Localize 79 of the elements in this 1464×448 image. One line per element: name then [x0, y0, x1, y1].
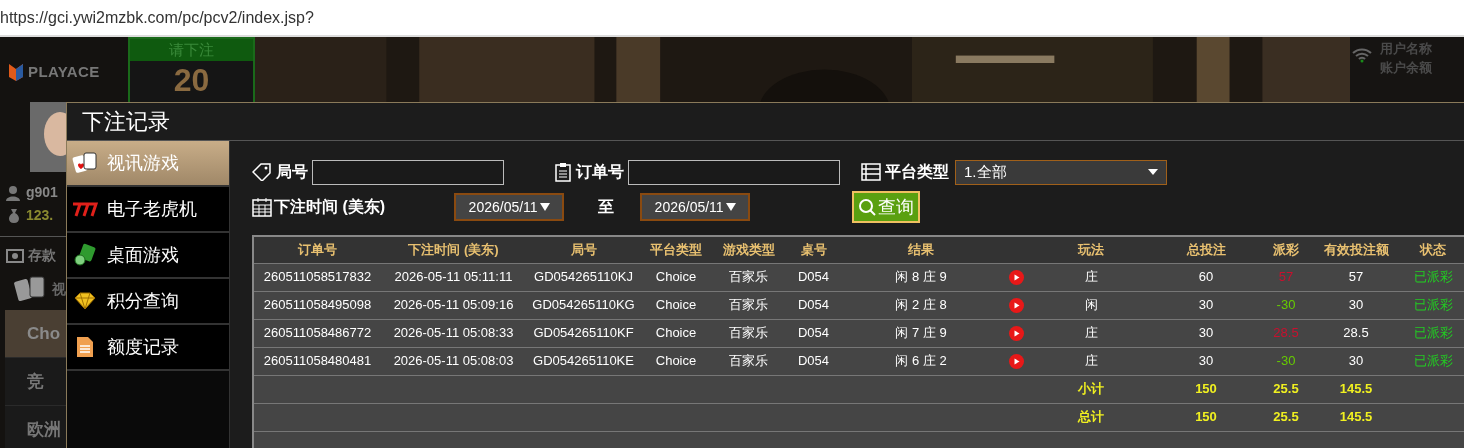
table-cell: 57	[1311, 263, 1401, 291]
table-cell: GD054265110KF	[526, 319, 641, 347]
table-cell: 闲 8 庄 9	[841, 263, 1001, 291]
table-cell: Choice	[641, 347, 711, 375]
table-cell: 百家乐	[711, 347, 786, 375]
time-label: 下注时间 (美东)	[274, 197, 386, 217]
dialog-title: 下注记录	[82, 108, 170, 136]
round-label: 局号	[276, 162, 308, 182]
table-cell: GD054265110KE	[526, 347, 641, 375]
table-cell: 30	[1311, 347, 1401, 375]
summary-label: 小计	[1031, 375, 1151, 403]
table-cell: GD054265110KG	[526, 291, 641, 319]
order-label: 订单号	[576, 162, 624, 182]
table-cell: 已派彩	[1401, 319, 1464, 347]
column-header: 下注时间 (美东)	[381, 236, 526, 263]
payout-value: -30	[1276, 353, 1296, 369]
username: g901	[26, 183, 58, 202]
table-cell: 150	[1151, 403, 1261, 431]
table-cell: 150	[1151, 375, 1261, 403]
table-cell: 庄	[1031, 347, 1151, 375]
table-cell: 260511058480481	[253, 347, 381, 375]
table-cell: 2026-05-11 05:09:16	[381, 291, 526, 319]
table-cell: 30	[1151, 347, 1261, 375]
info-label: 账户余额	[1380, 59, 1432, 77]
table-cell: 30	[1151, 291, 1261, 319]
column-header: 有效投注额	[1311, 236, 1401, 263]
table-cell: 已派彩	[1401, 291, 1464, 319]
column-header: 局号	[526, 236, 641, 263]
summary-label: 总计	[1031, 403, 1151, 431]
table-cell: 30	[1151, 319, 1261, 347]
column-header: 总投注	[1151, 236, 1261, 263]
table-cell: GD054265110KJ	[526, 263, 641, 291]
column-header: 订单号	[253, 236, 381, 263]
table-cell: 闲 2 庄 8	[841, 291, 1001, 319]
table-cell: 2026-05-11 05:08:33	[381, 319, 526, 347]
table-cell: 2026-05-11 05:08:03	[381, 347, 526, 375]
table-cell: 260511058495098	[253, 291, 381, 319]
table-cell: D054	[786, 347, 841, 375]
column-header: 状态	[1401, 236, 1464, 263]
table-cell: 闲 6 庄 2	[841, 347, 1001, 375]
balance: 123.	[26, 206, 54, 225]
table-cell: D054	[786, 263, 841, 291]
table-cell: Choice	[641, 291, 711, 319]
table-cell: 闲 7 庄 9	[841, 319, 1001, 347]
column-header: 平台类型	[641, 236, 711, 263]
table-cell: 百家乐	[711, 291, 786, 319]
table-cell: 2026-05-11 05:11:11	[381, 263, 526, 291]
column-header: 派彩	[1261, 236, 1311, 263]
table-cell: D054	[786, 291, 841, 319]
table-cell: 145.5	[1311, 375, 1401, 403]
table-cell: 25.5	[1261, 403, 1311, 431]
table-cell: 庄	[1031, 263, 1151, 291]
table-cell: Choice	[641, 319, 711, 347]
column-header: 游戏类型	[711, 236, 786, 263]
payout-value: -30	[1276, 297, 1296, 313]
table-cell: 60	[1151, 263, 1261, 291]
to-label: 至	[598, 197, 615, 217]
table-cell: 30	[1311, 291, 1401, 319]
table-cell: 百家乐	[711, 263, 786, 291]
table-cell: D054	[786, 319, 841, 347]
payout-value: 57	[1278, 269, 1294, 285]
column-header: 桌号	[786, 236, 841, 263]
table-cell: 庄	[1031, 319, 1151, 347]
table-cell: 已派彩	[1401, 347, 1464, 375]
table-cell: 已派彩	[1401, 263, 1464, 291]
logo: PLAYACE	[28, 61, 100, 82]
table-cell: 260511058486772	[253, 319, 381, 347]
table-cell: 闲	[1031, 291, 1151, 319]
payout-value: 28.5	[1273, 325, 1299, 341]
column-header: 结果	[841, 236, 1001, 263]
table-cell: 145.5	[1311, 403, 1401, 431]
info-label: 用户名称	[1380, 40, 1432, 58]
table-cell: 28.5	[1311, 319, 1401, 347]
platform-label: 平台类型	[885, 162, 949, 182]
table-cell: 25.5	[1261, 375, 1311, 403]
table-cell: Choice	[641, 263, 711, 291]
table-cell: 260511058517832	[253, 263, 381, 291]
column-header: 玩法	[1031, 236, 1151, 263]
table-cell: 百家乐	[711, 319, 786, 347]
